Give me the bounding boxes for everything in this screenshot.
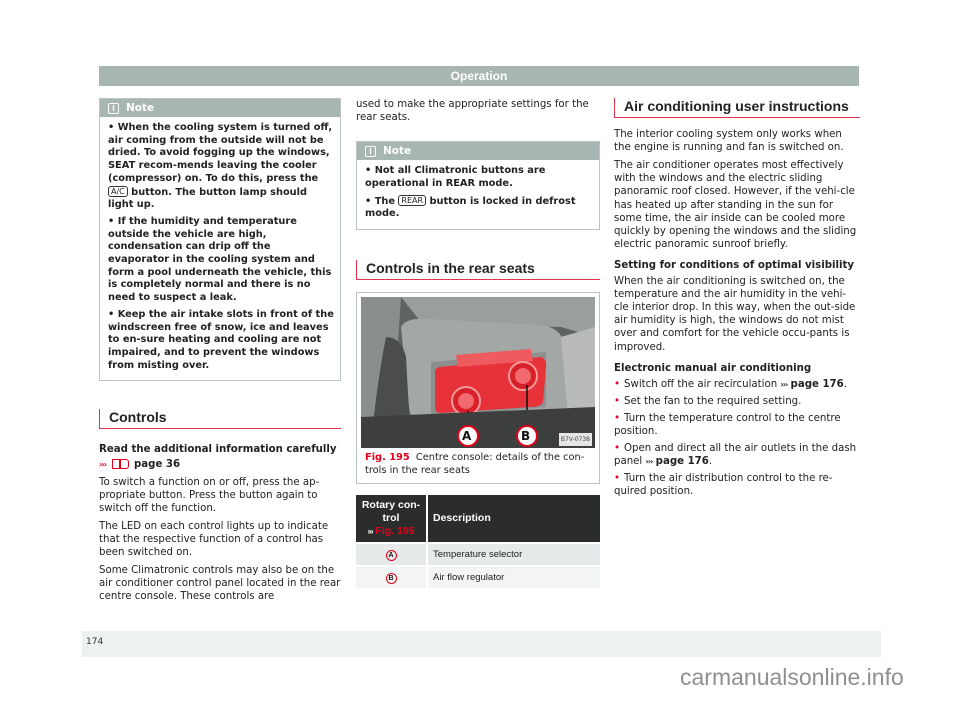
page-number: 174 [86, 637, 104, 647]
note-label: Note [383, 145, 412, 158]
paragraph: used to make the appropriate settings fo… [356, 99, 589, 124]
list-item: Set the fan to the required setting. [614, 395, 860, 408]
callout-a: A [462, 429, 472, 444]
figure-195: A B B7V-0738 Fig. 195 Centre console: de… [356, 292, 600, 485]
note-box: i Note • When the cooling system is turn… [99, 98, 341, 382]
figure-number: Fig. 195 [365, 452, 410, 464]
controls-table: Rotary con-trol ››› Fig. 195 Description… [354, 493, 602, 590]
note-header: i Note [100, 99, 340, 117]
rear-key-icon: REAR [398, 194, 427, 206]
callout-b-icon: B [385, 573, 397, 585]
console-illustration: A B B7V-0738 [361, 297, 595, 449]
steps-list: Switch off the air recirculation ››› pag… [614, 378, 860, 499]
page-link[interactable]: page 176 [791, 379, 844, 390]
note-body: • Not all Climatronic buttons are operat… [357, 160, 599, 229]
chapter-header: Operation [99, 66, 859, 86]
figure-caption: Fig. 195 Centre console: details of the … [365, 452, 585, 476]
note-item: • Not all Climatronic buttons are operat… [365, 165, 546, 189]
figure-link[interactable]: Fig. 195 [375, 525, 414, 537]
arrow-icon: ››› [780, 379, 788, 389]
callout-a-icon: A [385, 550, 397, 562]
column-1: i Note • When the cooling system is turn… [99, 98, 341, 608]
table-header-row: Rotary con-trol ››› Fig. 195 Description [356, 495, 600, 543]
page-link[interactable]: page 176 [656, 456, 709, 467]
paragraph: To switch a function on or off, press th… [99, 476, 320, 514]
paragraph: Some Climatronic controls may also be on… [99, 565, 341, 603]
paragraph: When the air conditioning is switched on… [614, 276, 856, 353]
watermark: carmanualsonline.info [680, 664, 904, 690]
list-item: Switch off the air recirculation ››› pag… [614, 378, 860, 391]
table-row: B Air flow regulator [356, 567, 600, 589]
list-item: Open and direct all the air outlets in t… [614, 442, 860, 468]
note-header: i Note [357, 142, 599, 161]
ac-key-icon: A/C [108, 185, 128, 197]
book-reference-icon [111, 457, 130, 469]
info-icon: i [365, 145, 376, 157]
subheading-visibility: Setting for conditions of optimal visibi… [614, 259, 854, 271]
table-header-description: Description [428, 495, 600, 543]
figure-code: B7V-0738 [558, 433, 592, 447]
column-2: used to make the appropriate settings fo… [356, 98, 600, 590]
info-icon: i [108, 102, 119, 114]
note-label: Note [126, 102, 155, 114]
paragraph: The air conditioner operates most effect… [614, 160, 857, 250]
section-title-ac-instructions: Air conditioning user instructions [614, 98, 860, 119]
note-box: i Note • Not all Climatronic buttons are… [356, 141, 600, 230]
table-header-rotary-control: Rotary con-trol ››› Fig. 195 [356, 495, 426, 543]
arrow-icon: ››› [367, 527, 373, 537]
page-link[interactable]: page 36 [134, 459, 180, 470]
note-item: • The REAR button is locked in defrost m… [365, 194, 576, 220]
arrow-icon: ››› [99, 459, 107, 469]
table-cell-description: Air flow regulator [428, 567, 600, 589]
note-body: • When the cooling system is turned off,… [100, 117, 340, 380]
note-item: • Keep the air intake slots in front of … [108, 308, 334, 371]
note-item: • When the cooling system is turned off,… [108, 122, 333, 211]
list-item: Turn the temperature control to the cent… [614, 412, 860, 438]
note-item: • If the humidity and temperature outsid… [108, 215, 332, 304]
subheading-electronic-ac: Electronic manual air conditioning [614, 362, 812, 374]
arrow-icon: ››› [645, 457, 654, 467]
section-title-rear-seats: Controls in the rear seats [356, 260, 600, 281]
paragraph: The LED on each control lights up to ind… [99, 520, 329, 559]
paragraph: The interior cooling system only works w… [614, 129, 844, 154]
console-drawing [361, 297, 595, 449]
column-3: Air conditioning user instructions The i… [614, 98, 860, 502]
list-item: Turn the air distribution control to the… [614, 472, 860, 498]
read-more: Read the additional information carefull… [99, 444, 337, 470]
section-title-controls: Controls [99, 409, 341, 430]
callout-b: B [521, 429, 531, 444]
table-row: A Temperature selector [356, 544, 600, 566]
table-cell-description: Temperature selector [428, 544, 600, 566]
